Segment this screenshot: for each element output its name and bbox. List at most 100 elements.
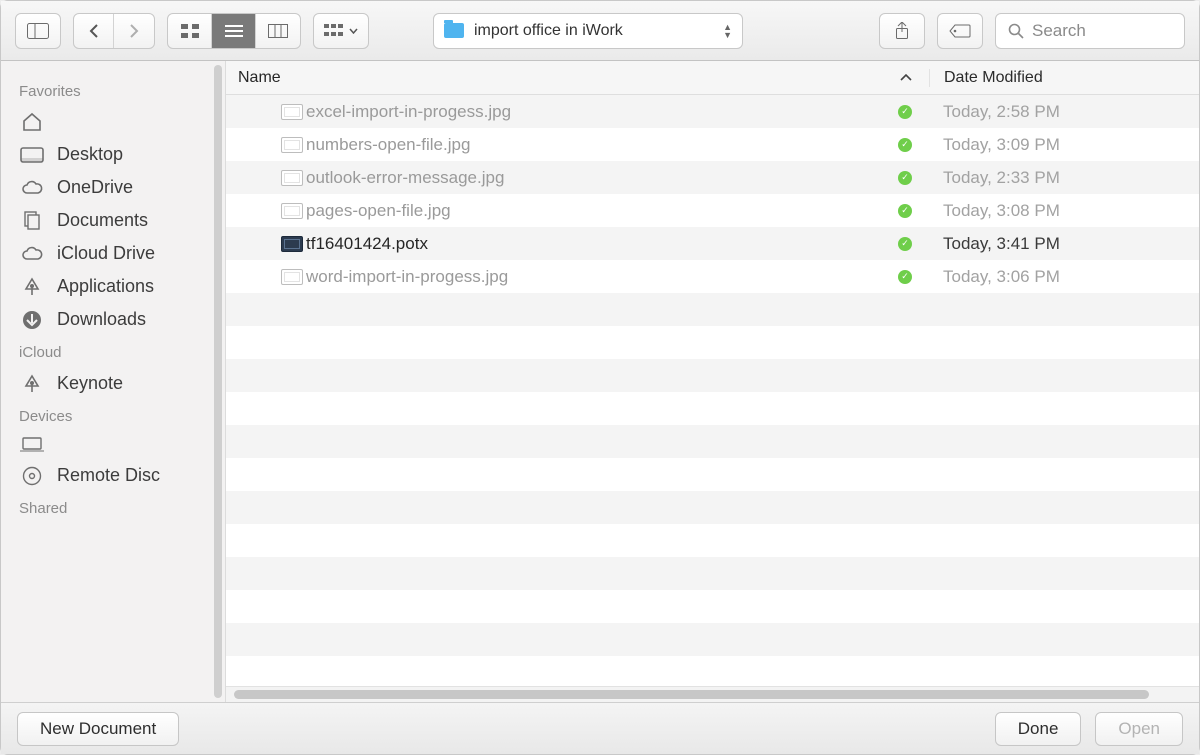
tags-button[interactable] — [937, 13, 983, 49]
file-row[interactable]: numbers-open-file.jpg✓Today, 3:09 PM — [226, 128, 1199, 161]
disc-icon — [19, 466, 45, 486]
download-icon — [19, 310, 45, 330]
file-row[interactable]: tf16401424.potx✓Today, 3:41 PM — [226, 227, 1199, 260]
laptop-icon — [19, 437, 45, 453]
empty-row — [226, 425, 1199, 458]
view-mode-segment — [167, 13, 301, 49]
path-popup[interactable]: import office in iWork ▲▼ — [433, 13, 743, 49]
nav-back-forward — [73, 13, 155, 49]
sidebar-item[interactable]: OneDrive — [1, 171, 225, 204]
file-date: Today, 3:08 PM — [929, 201, 1199, 221]
column-date[interactable]: Date Modified — [929, 69, 1199, 87]
view-column-button[interactable] — [256, 14, 300, 48]
sidebar-item-label: Documents — [57, 210, 148, 231]
sidebar-item-label: Remote Disc — [57, 465, 160, 486]
sync-status-icon: ✓ — [881, 171, 929, 185]
horizontal-scrollbar[interactable] — [226, 686, 1199, 702]
empty-row — [226, 491, 1199, 524]
column-header: Name Date Modified — [226, 61, 1199, 95]
home-icon — [19, 112, 45, 132]
sidebar-item[interactable]: Documents — [1, 204, 225, 237]
file-date: Today, 3:41 PM — [929, 234, 1199, 254]
new-document-button[interactable]: New Document — [17, 712, 179, 746]
footer: New Document Done Open — [1, 702, 1199, 754]
file-row[interactable]: excel-import-in-progess.jpg✓Today, 2:58 … — [226, 95, 1199, 128]
empty-row — [226, 392, 1199, 425]
open-button[interactable]: Open — [1095, 712, 1183, 746]
file-pane: Name Date Modified excel-import-in-proge… — [226, 61, 1199, 702]
sync-status-icon: ✓ — [881, 270, 929, 284]
empty-row — [226, 590, 1199, 623]
sync-status-icon: ✓ — [881, 138, 929, 152]
sidebar-scrollbar[interactable] — [214, 65, 222, 698]
file-icon — [278, 236, 306, 252]
sidebar-item-label: iCloud Drive — [57, 243, 155, 264]
view-icon-button[interactable] — [168, 14, 212, 48]
file-row[interactable]: outlook-error-message.jpg✓Today, 2:33 PM — [226, 161, 1199, 194]
forward-button[interactable] — [114, 14, 154, 48]
sidebar-section-title: Favorites — [1, 75, 225, 106]
sidebar-toggle-button[interactable] — [15, 13, 61, 49]
empty-row — [226, 458, 1199, 491]
sync-status-icon: ✓ — [881, 237, 929, 251]
empty-row — [226, 557, 1199, 590]
empty-row — [226, 623, 1199, 656]
sync-status-icon: ✓ — [881, 105, 929, 119]
sidebar-item[interactable]: Remote Disc — [1, 459, 225, 492]
share-button[interactable] — [879, 13, 925, 49]
file-icon — [278, 269, 306, 285]
file-row[interactable]: pages-open-file.jpg✓Today, 3:08 PM — [226, 194, 1199, 227]
file-date: Today, 3:09 PM — [929, 135, 1199, 155]
file-name: numbers-open-file.jpg — [306, 135, 881, 155]
column-name[interactable]: Name — [226, 69, 883, 87]
empty-row — [226, 326, 1199, 359]
stepper-icon: ▲▼ — [723, 23, 732, 39]
empty-row — [226, 656, 1199, 686]
empty-row — [226, 359, 1199, 392]
file-icon — [278, 137, 306, 153]
group-by-button[interactable] — [313, 13, 369, 49]
sidebar-item[interactable]: Applications — [1, 270, 225, 303]
chevron-down-icon — [349, 28, 358, 34]
body: Favorites Desktop OneDrive Documents iCloud … — [1, 61, 1199, 702]
empty-row — [226, 524, 1199, 557]
apps-icon — [19, 374, 45, 394]
documents-icon — [19, 211, 45, 231]
done-button[interactable]: Done — [995, 712, 1082, 746]
sync-status-icon: ✓ — [881, 204, 929, 218]
file-name: tf16401424.potx — [306, 234, 881, 254]
sidebar-item[interactable]: Desktop — [1, 138, 225, 171]
sidebar-item-label: Keynote — [57, 373, 123, 394]
search-icon — [1008, 23, 1024, 39]
sidebar-item-label: OneDrive — [57, 177, 133, 198]
file-icon — [278, 104, 306, 120]
sidebar-item-label: Desktop — [57, 144, 123, 165]
back-button[interactable] — [74, 14, 114, 48]
sidebar-section-title: Shared — [1, 492, 225, 523]
chevron-up-icon — [900, 74, 912, 82]
file-rows: excel-import-in-progess.jpg✓Today, 2:58 … — [226, 95, 1199, 686]
folder-icon — [444, 23, 464, 38]
sidebar-item-label: Applications — [57, 276, 154, 297]
file-date: Today, 2:58 PM — [929, 102, 1199, 122]
view-list-button[interactable] — [212, 14, 256, 48]
sidebar-item[interactable]: iCloud Drive — [1, 237, 225, 270]
file-name: pages-open-file.jpg — [306, 201, 881, 221]
sidebar-item[interactable]: Downloads — [1, 303, 225, 336]
sidebar-item-label: Downloads — [57, 309, 146, 330]
apps-icon — [19, 277, 45, 297]
sidebar-item[interactable] — [1, 106, 225, 138]
toolbar: import office in iWork ▲▼ Search — [1, 1, 1199, 61]
empty-row — [226, 293, 1199, 326]
sidebar-item[interactable]: Keynote — [1, 367, 225, 400]
search-placeholder: Search — [1032, 21, 1086, 41]
desktop-icon — [19, 147, 45, 163]
search-field[interactable]: Search — [995, 13, 1185, 49]
file-name: word-import-in-progess.jpg — [306, 267, 881, 287]
file-icon — [278, 203, 306, 219]
sort-indicator[interactable] — [883, 74, 929, 82]
sidebar-item[interactable] — [1, 431, 225, 459]
cloud-icon — [19, 246, 45, 262]
sidebar-section-title: iCloud — [1, 336, 225, 367]
file-row[interactable]: word-import-in-progess.jpg✓Today, 3:06 P… — [226, 260, 1199, 293]
